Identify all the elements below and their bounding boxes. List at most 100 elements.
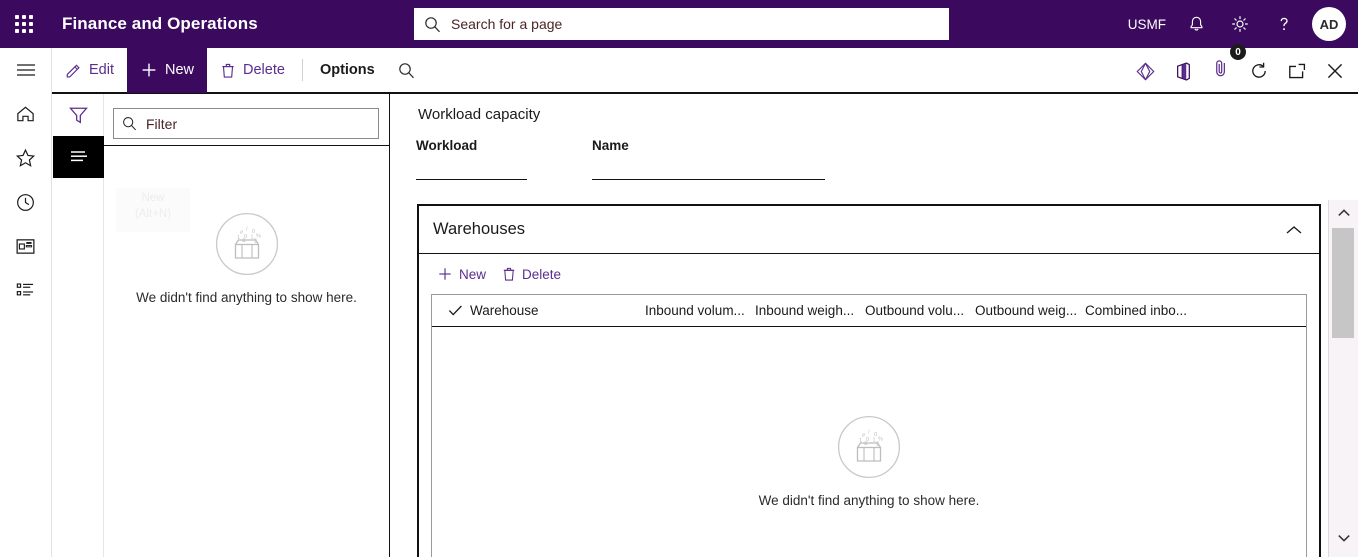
- warehouses-toolbar: New Delete: [419, 254, 1319, 294]
- pencil-icon: [65, 62, 82, 79]
- page-title: Workload capacity: [418, 106, 541, 123]
- workspaces-icon[interactable]: [0, 224, 52, 268]
- trash-icon: [502, 266, 516, 282]
- warehouses-grid: Warehouse Inbound volum... Inbound weigh…: [431, 294, 1307, 557]
- app-header: Finance and Operations USMF: [0, 0, 1358, 48]
- workload-field-input[interactable]: [416, 179, 527, 180]
- command-bar-right-group: 0: [1126, 44, 1354, 94]
- options-button[interactable]: Options: [307, 48, 388, 92]
- svg-text:&: &: [242, 238, 246, 244]
- scroll-up-button[interactable]: [1329, 200, 1358, 226]
- command-separator: [301, 59, 303, 81]
- hamburger-menu-icon[interactable]: [0, 48, 52, 92]
- warehouses-grid-body: #/0 101 % & $ We didn't find anything to s…: [432, 327, 1306, 557]
- content-scrollbar[interactable]: [1328, 200, 1358, 557]
- close-icon[interactable]: [1316, 49, 1354, 93]
- warehouses-section-header[interactable]: Warehouses: [419, 206, 1319, 254]
- warehouses-delete-label: Delete: [522, 266, 562, 282]
- scroll-down-button[interactable]: [1329, 525, 1358, 551]
- favorites-star-icon[interactable]: [0, 136, 52, 180]
- chevron-up-icon[interactable]: [1285, 224, 1303, 236]
- help-icon[interactable]: [1262, 0, 1306, 48]
- delete-button[interactable]: Delete: [207, 48, 298, 92]
- warehouses-section-title: Warehouses: [433, 220, 526, 238]
- relationships-icon[interactable]: [1126, 49, 1164, 93]
- delete-button-label: Delete: [243, 62, 285, 78]
- svg-text:1: 1: [237, 235, 240, 241]
- svg-text:1: 1: [859, 438, 862, 444]
- empty-box-icon: #/0 101 %& $: [215, 212, 278, 276]
- name-field: Name: [592, 138, 825, 180]
- warehouses-delete-button[interactable]: Delete: [494, 259, 569, 289]
- column-header-outbound-weight[interactable]: Outbound weig...: [975, 303, 1085, 318]
- attachments-button[interactable]: 0: [1202, 44, 1246, 93]
- list-pane-tabs: [53, 94, 104, 557]
- attachments-icon: [1212, 58, 1231, 84]
- grid-empty-state: #/0 101 % & $ We didn't find anything to s…: [758, 415, 980, 508]
- global-search[interactable]: [414, 8, 949, 40]
- filter-funnel-icon[interactable]: [53, 94, 104, 136]
- recent-clock-icon[interactable]: [0, 180, 52, 224]
- avatar[interactable]: AD: [1312, 7, 1346, 41]
- office-app-icon[interactable]: [1164, 49, 1202, 93]
- company-selector[interactable]: USMF: [1120, 0, 1174, 48]
- edit-button[interactable]: Edit: [52, 48, 127, 92]
- command-bar: Edit New Delete Options 0: [52, 44, 1358, 94]
- gear-icon[interactable]: [1218, 0, 1262, 48]
- list-pane-body: #/0 101 % & $ We didn't find anything to s…: [104, 145, 389, 557]
- filter-row: [113, 108, 379, 139]
- column-header-warehouse[interactable]: Warehouse: [470, 303, 645, 318]
- filter-box[interactable]: [113, 108, 379, 139]
- refresh-icon[interactable]: [1240, 49, 1278, 93]
- svg-text:$: $: [876, 442, 879, 448]
- empty-box-icon: #/0 101 %& $: [837, 415, 901, 479]
- attachments-badge: 0: [1230, 44, 1246, 60]
- list-empty-message: We didn't find anything to show here.: [136, 290, 357, 305]
- svg-text:&: &: [864, 441, 868, 447]
- column-header-outbound-volume[interactable]: Outbound volu...: [865, 303, 975, 318]
- new-button-label: New: [165, 62, 195, 78]
- search-icon: [424, 16, 441, 33]
- workload-field: Workload: [416, 138, 527, 180]
- name-field-label: Name: [592, 138, 629, 153]
- column-header-combined-inbound[interactable]: Combined inbo...: [1085, 303, 1195, 318]
- grid-empty-message: We didn't find anything to show here.: [758, 493, 980, 508]
- column-header-inbound-volume[interactable]: Inbound volum...: [645, 303, 755, 318]
- options-button-label: Options: [319, 62, 375, 78]
- search-input[interactable]: [449, 15, 939, 33]
- list-view-icon[interactable]: [53, 136, 104, 178]
- checkmark-icon[interactable]: [440, 304, 470, 317]
- bell-icon[interactable]: [1174, 0, 1218, 48]
- trash-icon: [220, 62, 236, 79]
- svg-text:$: $: [254, 239, 257, 245]
- app-launcher-button[interactable]: [0, 0, 48, 48]
- svg-text:/: /: [246, 227, 248, 233]
- column-header-inbound-weight[interactable]: Inbound weigh...: [755, 303, 865, 318]
- plus-icon: [437, 266, 453, 282]
- workload-field-label: Workload: [416, 138, 478, 153]
- scroll-thumb[interactable]: [1332, 228, 1354, 338]
- warehouses-new-button[interactable]: New: [429, 259, 494, 289]
- new-button[interactable]: New: [127, 47, 208, 93]
- header-right-group: USMF AD: [1120, 0, 1358, 48]
- plus-icon: [140, 61, 158, 79]
- warehouses-new-label: New: [459, 266, 487, 282]
- edit-button-label: Edit: [89, 62, 114, 78]
- warehouses-section: Warehouses New Delete Warehouse Inbound …: [417, 204, 1321, 557]
- main-content: Workload capacity Workload Name Warehous…: [391, 94, 1328, 557]
- app-launcher-icon: [15, 15, 33, 33]
- modules-list-icon[interactable]: [0, 268, 52, 312]
- popout-icon[interactable]: [1278, 49, 1316, 93]
- home-icon[interactable]: [0, 92, 52, 136]
- list-empty-state: #/0 101 % & $ We didn't find anything to s…: [136, 212, 357, 305]
- name-field-input[interactable]: [592, 179, 825, 180]
- search-icon: [122, 116, 137, 131]
- command-search-icon[interactable]: [388, 48, 426, 92]
- app-title: Finance and Operations: [62, 14, 258, 33]
- navigation-rail: [0, 48, 52, 557]
- filter-input[interactable]: [144, 114, 370, 133]
- warehouses-grid-header: Warehouse Inbound volum... Inbound weigh…: [432, 295, 1306, 327]
- list-pane: New (Alt+N) Filter # / 0 1 0 1 % & $ We …: [53, 94, 390, 557]
- svg-text:/: /: [868, 430, 870, 436]
- field-row: Workload Name: [416, 138, 825, 180]
